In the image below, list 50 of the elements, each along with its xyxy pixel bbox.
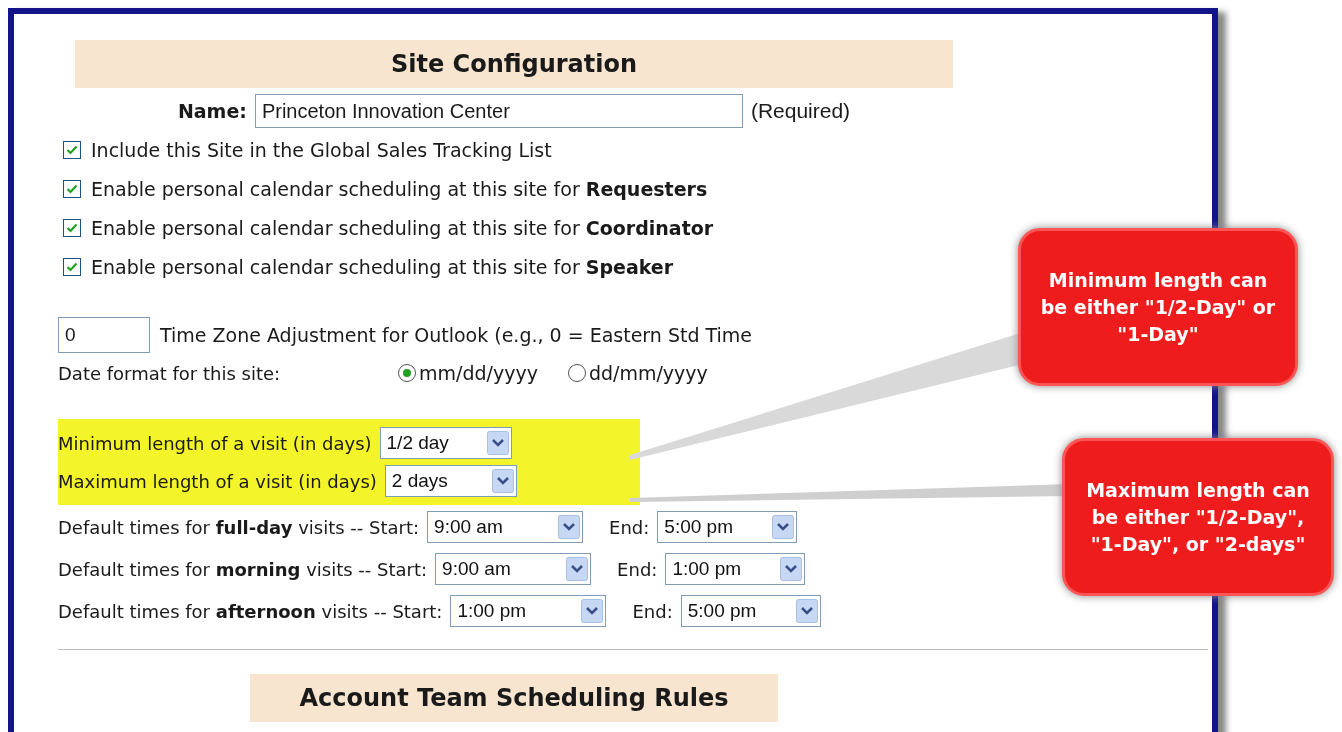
radio-button[interactable] (567, 364, 586, 382)
default-times-label: Default times for afternoon visits -- Start: (58, 599, 443, 624)
chevron-icon (780, 557, 803, 581)
date-format-label: Date format for this site: (58, 361, 282, 386)
dropdown[interactable]: 1:00 pm (665, 553, 806, 585)
end-label: End: (617, 557, 658, 582)
dropdown[interactable]: 9:00 am (427, 511, 584, 543)
end-label: End: (632, 599, 673, 624)
field-label: Name: (177, 98, 247, 124)
option-label: Include this Site in the Global Sales Tracking List (91, 137, 552, 163)
checkmark-icon (66, 144, 78, 156)
option-label: Enable personal calendar scheduling at this site for Speaker (91, 254, 674, 280)
callout-bubble: Minimum length can be either "1/2-Day" or "1-Day" (1018, 228, 1298, 386)
dropdown[interactable]: 5:00 pm (680, 595, 821, 627)
option-label: Enable personal calendar scheduling at this site for Requesters (91, 176, 708, 202)
section-title: Site Configuration (75, 40, 953, 88)
timezone-field[interactable]: 0 (58, 317, 150, 353)
checkmark-icon (66, 183, 78, 195)
default-times-label: Default times for full-day visits -- Start: (58, 515, 420, 540)
dropdown[interactable]: 1:00 pm (450, 595, 607, 627)
radio-option[interactable]: dd/mm/yyyy (567, 358, 708, 388)
chevron-icon (566, 557, 589, 581)
timezone-label: Time Zone Adjustment for Outlook (e.g., 0 = Eastern Std Time (160, 322, 752, 348)
chevron-icon (772, 515, 795, 539)
callout-bubble: Maximum length can be either "1/2-Day", "1-Day", or "2-days" (1062, 438, 1334, 596)
dropdown[interactable]: 9:00 am (435, 553, 592, 585)
chevron-icon (491, 469, 514, 493)
chevron-icon (486, 431, 509, 455)
radio-button[interactable] (398, 364, 416, 382)
name-field[interactable]: Princeton Innovation Center (254, 94, 743, 128)
chevron-icon (581, 599, 604, 623)
option-label: Enable personal calendar scheduling at this site for Coordinator (91, 215, 714, 241)
visit-length-label: Maximum length of a visit (in days) (58, 469, 377, 494)
checkbox[interactable] (63, 180, 81, 198)
checkmark-icon (66, 261, 78, 273)
default-times-label: Default times for morning visits -- Start: (58, 557, 428, 582)
radio-option[interactable]: mm/dd/yyyy (398, 358, 538, 388)
checkmark-icon (66, 222, 78, 234)
checkbox[interactable] (63, 141, 81, 159)
checkbox[interactable] (63, 258, 81, 276)
checkbox[interactable] (63, 219, 81, 237)
end-label: End: (609, 515, 650, 540)
chevron-icon (795, 599, 818, 623)
dropdown[interactable]: 1/2 day (379, 427, 512, 459)
section-title: Account Team Scheduling Rules (250, 674, 778, 722)
dropdown[interactable]: 2 days (384, 465, 517, 497)
visit-length-label: Minimum length of a visit (in days) (58, 431, 372, 456)
dropdown[interactable]: 5:00 pm (657, 511, 798, 543)
required-note: (Required) (750, 98, 851, 125)
chevron-icon (558, 515, 581, 539)
